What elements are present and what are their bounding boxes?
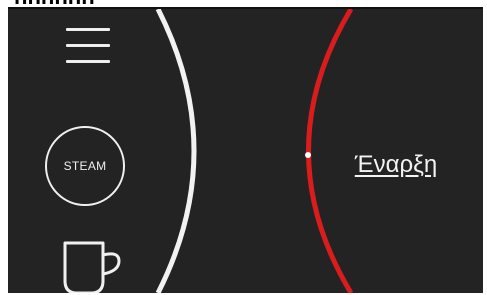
white-arc (155, 9, 197, 293)
white-arc-marker (181, 43, 187, 49)
menu-button[interactable] (66, 24, 110, 70)
start-label: Έναρξη (354, 151, 438, 178)
red-arc-marker (305, 152, 311, 158)
coffee-cup-button[interactable] (61, 241, 131, 293)
steam-label: STEAM (63, 159, 107, 173)
steam-button[interactable]: STEAM (45, 126, 125, 206)
coffee-cup-icon (63, 241, 121, 293)
start-button[interactable]: Έναρξη (336, 145, 456, 185)
control-panel: STEAM Έναρξη (8, 9, 483, 293)
